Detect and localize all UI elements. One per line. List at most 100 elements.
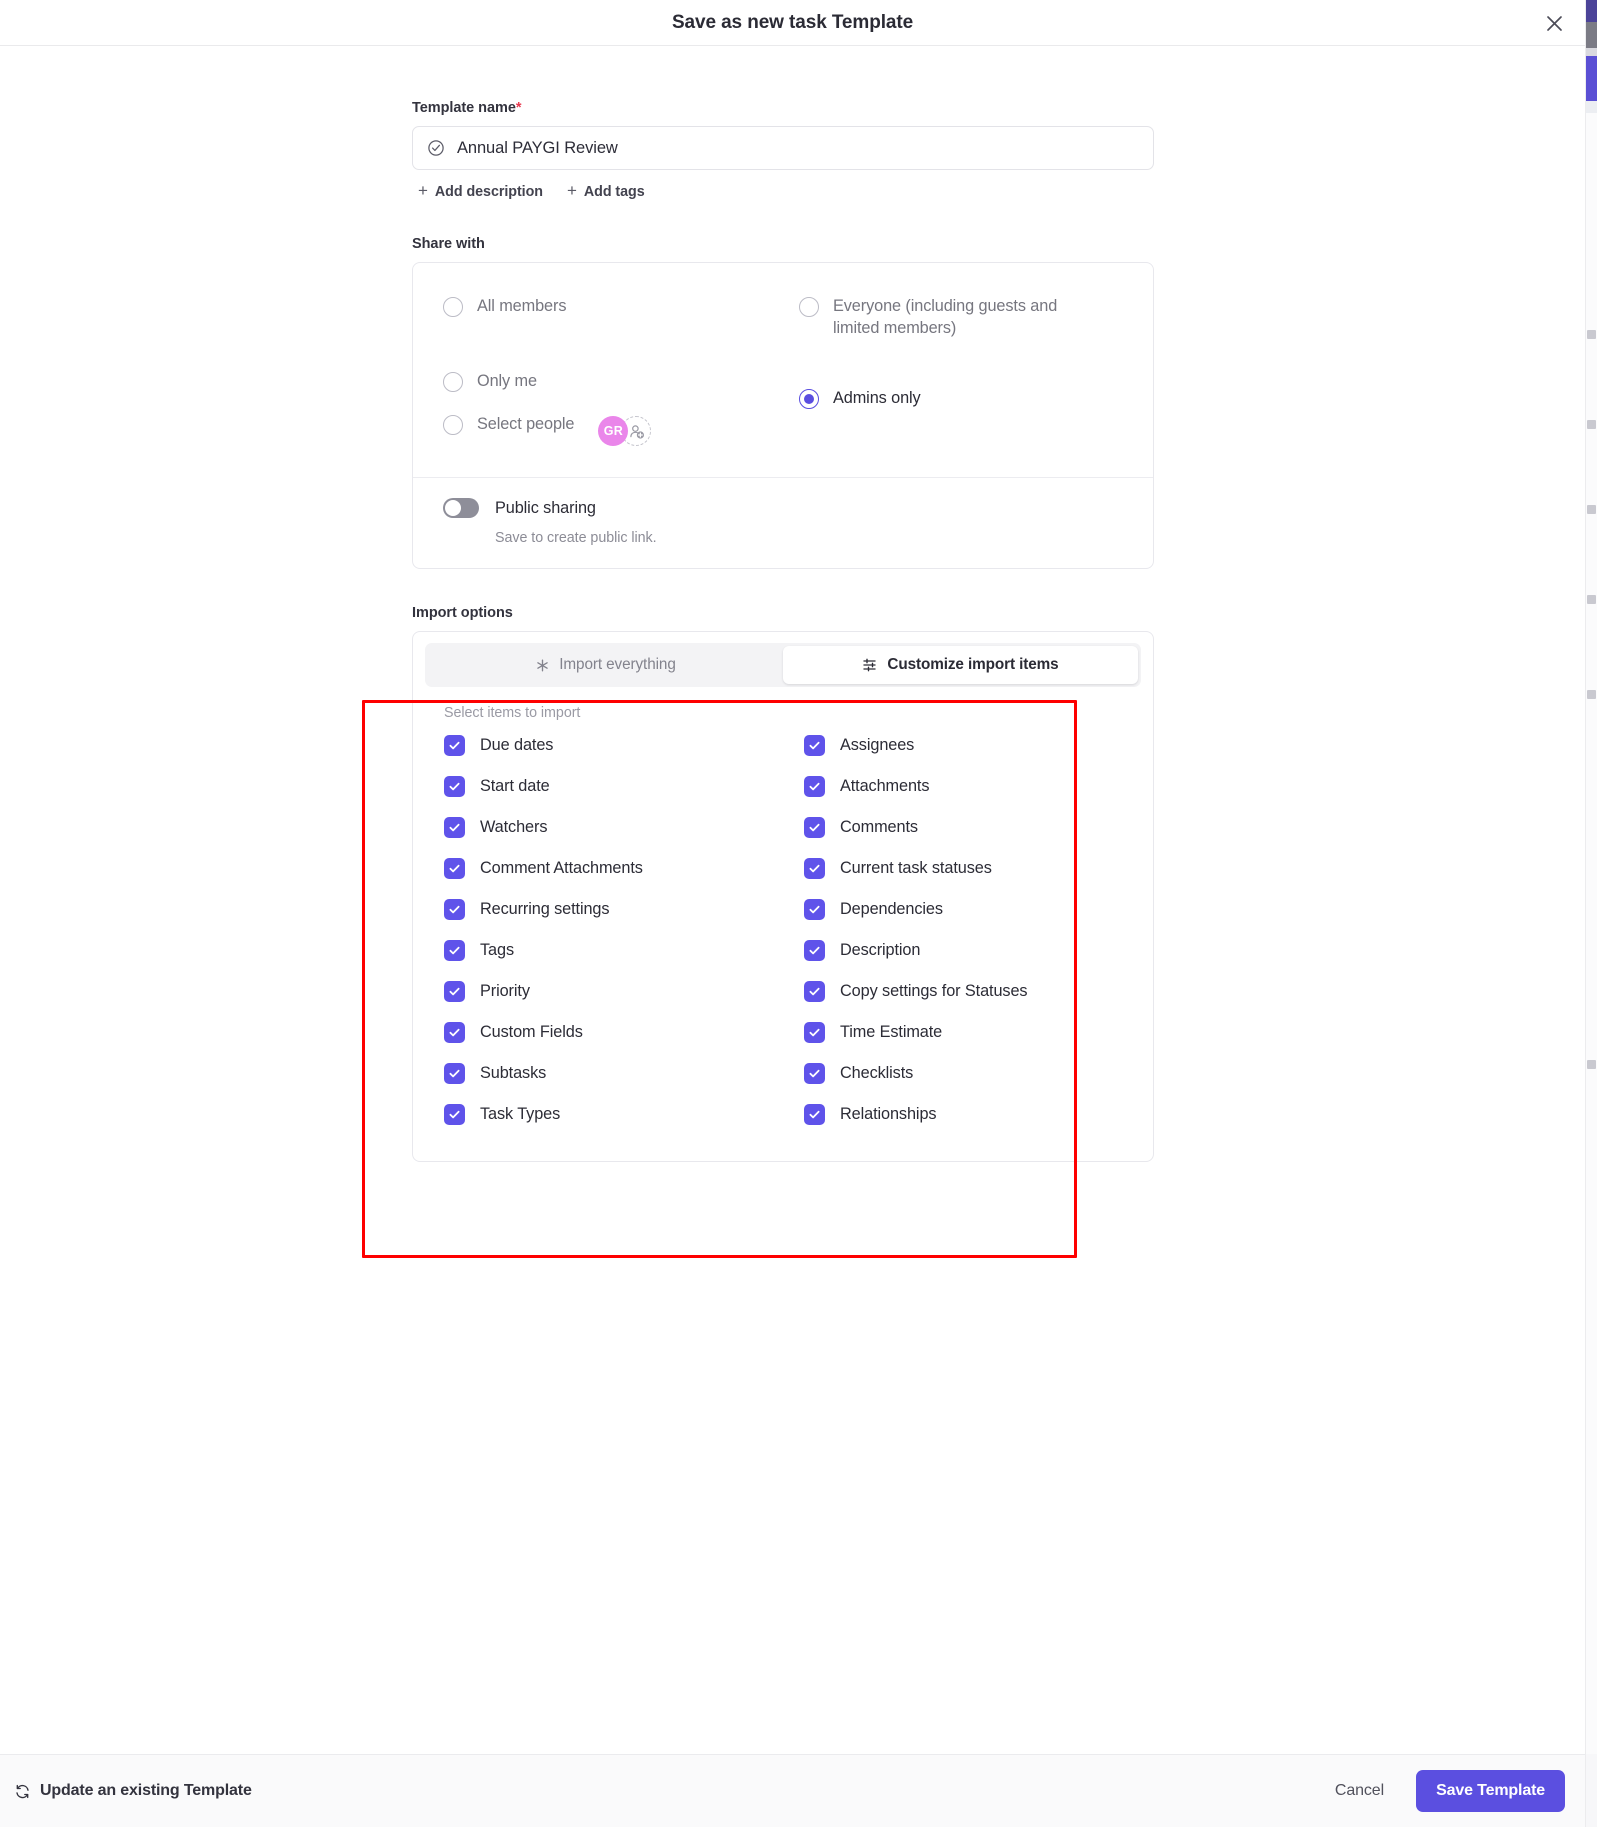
add-tags-button[interactable]: + Add tags — [566, 181, 645, 200]
background-app-sliver — [1585, 0, 1597, 1827]
checkbox-task-types[interactable]: Task Types — [413, 1094, 773, 1135]
cancel-button[interactable]: Cancel — [1325, 1774, 1394, 1808]
modal-header: Save as new task Template — [0, 0, 1585, 46]
radio-icon-selected — [799, 389, 819, 410]
checkbox-label: Tags — [480, 941, 514, 960]
template-name-value: Annual PAYGI Review — [457, 138, 618, 157]
checkbox-icon-checked — [804, 858, 825, 880]
checkbox-icon-checked — [804, 817, 825, 839]
sliders-icon — [862, 657, 878, 673]
checkbox-label: Attachments — [840, 777, 930, 796]
public-sharing-toggle[interactable] — [443, 498, 479, 519]
radio-everyone[interactable]: Everyone (including guests and limited m… — [769, 285, 1153, 350]
checkbox-label: Subtasks — [480, 1064, 547, 1083]
checkbox-due-dates[interactable]: Due dates — [413, 725, 773, 766]
radio-admins-only[interactable]: Admins only — [769, 377, 1153, 421]
quick-actions-row: + Add description + Add tags — [418, 181, 1154, 200]
bg-glyph — [1587, 595, 1596, 604]
checkbox-icon-checked — [804, 1022, 825, 1044]
checkbox-relationships[interactable]: Relationships — [773, 1094, 1153, 1135]
radio-label: Admins only — [833, 389, 921, 408]
checkbox-comment-attachments[interactable]: Comment Attachments — [413, 848, 773, 889]
checkbox-icon-checked — [804, 1063, 825, 1085]
radio-all-members[interactable]: All members — [413, 285, 769, 329]
radio-only-me[interactable]: Only me — [413, 360, 769, 404]
bg-glyph — [1587, 505, 1596, 514]
import-options-panel: Import everything Customize import items… — [412, 631, 1154, 1163]
checkbox-label: Time Estimate — [840, 1023, 943, 1042]
checkbox-icon-checked — [804, 776, 825, 798]
checkbox-tags[interactable]: Tags — [413, 930, 773, 971]
refresh-icon — [16, 1784, 29, 1798]
checkbox-description[interactable]: Description — [773, 930, 1153, 971]
close-button[interactable] — [1539, 8, 1569, 38]
import-items-left-column: Due dates Start date Watchers Comment At… — [413, 725, 773, 1135]
share-options-left: All members Only me Select people GR — [413, 285, 769, 455]
checkbox-time-estimate[interactable]: Time Estimate — [773, 1012, 1153, 1053]
checkbox-custom-fields[interactable]: Custom Fields — [413, 1012, 773, 1053]
bg-strip — [1586, 0, 1597, 22]
tab-import-everything[interactable]: Import everything — [428, 646, 783, 684]
checkbox-dependencies[interactable]: Dependencies — [773, 889, 1153, 930]
checkbox-icon-checked — [804, 899, 825, 921]
checkbox-assignees[interactable]: Assignees — [773, 725, 1153, 766]
public-sharing-block: Public sharing Save to create public lin… — [413, 478, 1153, 568]
checkbox-icon-checked — [444, 735, 465, 757]
required-marker: * — [515, 100, 522, 116]
share-with-panel: All members Only me Select people GR Eve… — [412, 262, 1154, 570]
save-template-button[interactable]: Save Template — [1416, 1770, 1565, 1812]
checkbox-icon-checked — [444, 817, 465, 839]
checkbox-icon-checked — [444, 981, 465, 1003]
radio-label: Only me — [477, 371, 537, 390]
checkbox-checklists[interactable]: Checklists — [773, 1053, 1153, 1094]
checkbox-label: Relationships — [840, 1105, 937, 1124]
import-items-grid: Due dates Start date Watchers Comment At… — [413, 725, 1153, 1161]
add-description-button[interactable]: + Add description — [418, 182, 543, 200]
add-description-label: Add description — [434, 183, 543, 200]
radio-icon — [799, 297, 819, 317]
checkbox-label: Checklists — [840, 1064, 914, 1083]
toggle-knob — [445, 500, 461, 517]
checkbox-label: Recurring settings — [480, 900, 610, 919]
radio-select-people[interactable]: Select people GR — [413, 403, 769, 455]
update-existing-template-button[interactable]: Update an existing Template — [14, 1782, 252, 1800]
checkbox-copy-settings-for-statuses[interactable]: Copy settings for Statuses — [773, 971, 1153, 1012]
checkbox-comments[interactable]: Comments — [773, 807, 1153, 848]
bg-strip — [1586, 101, 1597, 113]
bg-strip — [1586, 22, 1597, 48]
modal-body: Template name* Annual PAYGI Review + Add — [0, 46, 1585, 1754]
bg-glyph — [1587, 330, 1596, 339]
checkbox-icon-checked — [444, 1104, 465, 1126]
checkbox-recurring-settings[interactable]: Recurring settings — [413, 889, 773, 930]
radio-icon — [443, 297, 463, 317]
checkbox-label: Task Types — [480, 1105, 561, 1124]
form-column: Template name* Annual PAYGI Review + Add — [412, 100, 1154, 1163]
checkbox-label: Priority — [480, 982, 530, 1001]
public-sharing-label: Public sharing — [495, 498, 596, 517]
checkbox-icon-checked — [804, 940, 825, 962]
asterisk-icon — [535, 658, 550, 673]
checkbox-priority[interactable]: Priority — [413, 971, 773, 1012]
checkbox-icon-checked — [444, 1063, 465, 1085]
plus-icon: + — [566, 181, 577, 200]
checkbox-label: Current task statuses — [840, 859, 992, 878]
checkbox-label: Comment Attachments — [480, 859, 643, 878]
share-with-section: Share with All members Only me Select pe… — [412, 236, 1154, 570]
checkbox-start-date[interactable]: Start date — [413, 766, 773, 807]
checkbox-subtasks[interactable]: Subtasks — [413, 1053, 773, 1094]
template-name-section: Template name* Annual PAYGI Review + Add — [412, 100, 1154, 200]
checkbox-attachments[interactable]: Attachments — [773, 766, 1153, 807]
radio-icon — [443, 371, 463, 392]
add-person-icon — [630, 425, 644, 439]
tab-label: Import everything — [559, 656, 676, 674]
avatar[interactable]: GR — [598, 416, 629, 447]
checkbox-watchers[interactable]: Watchers — [413, 807, 773, 848]
close-icon — [1546, 15, 1562, 31]
bg-glyph — [1587, 420, 1596, 429]
checkbox-current-task-statuses[interactable]: Current task statuses — [773, 848, 1153, 889]
template-name-input[interactable]: Annual PAYGI Review — [412, 126, 1154, 170]
checkbox-icon-checked — [804, 981, 825, 1003]
tab-customize-import-items[interactable]: Customize import items — [783, 646, 1138, 685]
bg-glyph — [1587, 1060, 1596, 1069]
select-items-hint: Select items to import — [444, 705, 581, 722]
